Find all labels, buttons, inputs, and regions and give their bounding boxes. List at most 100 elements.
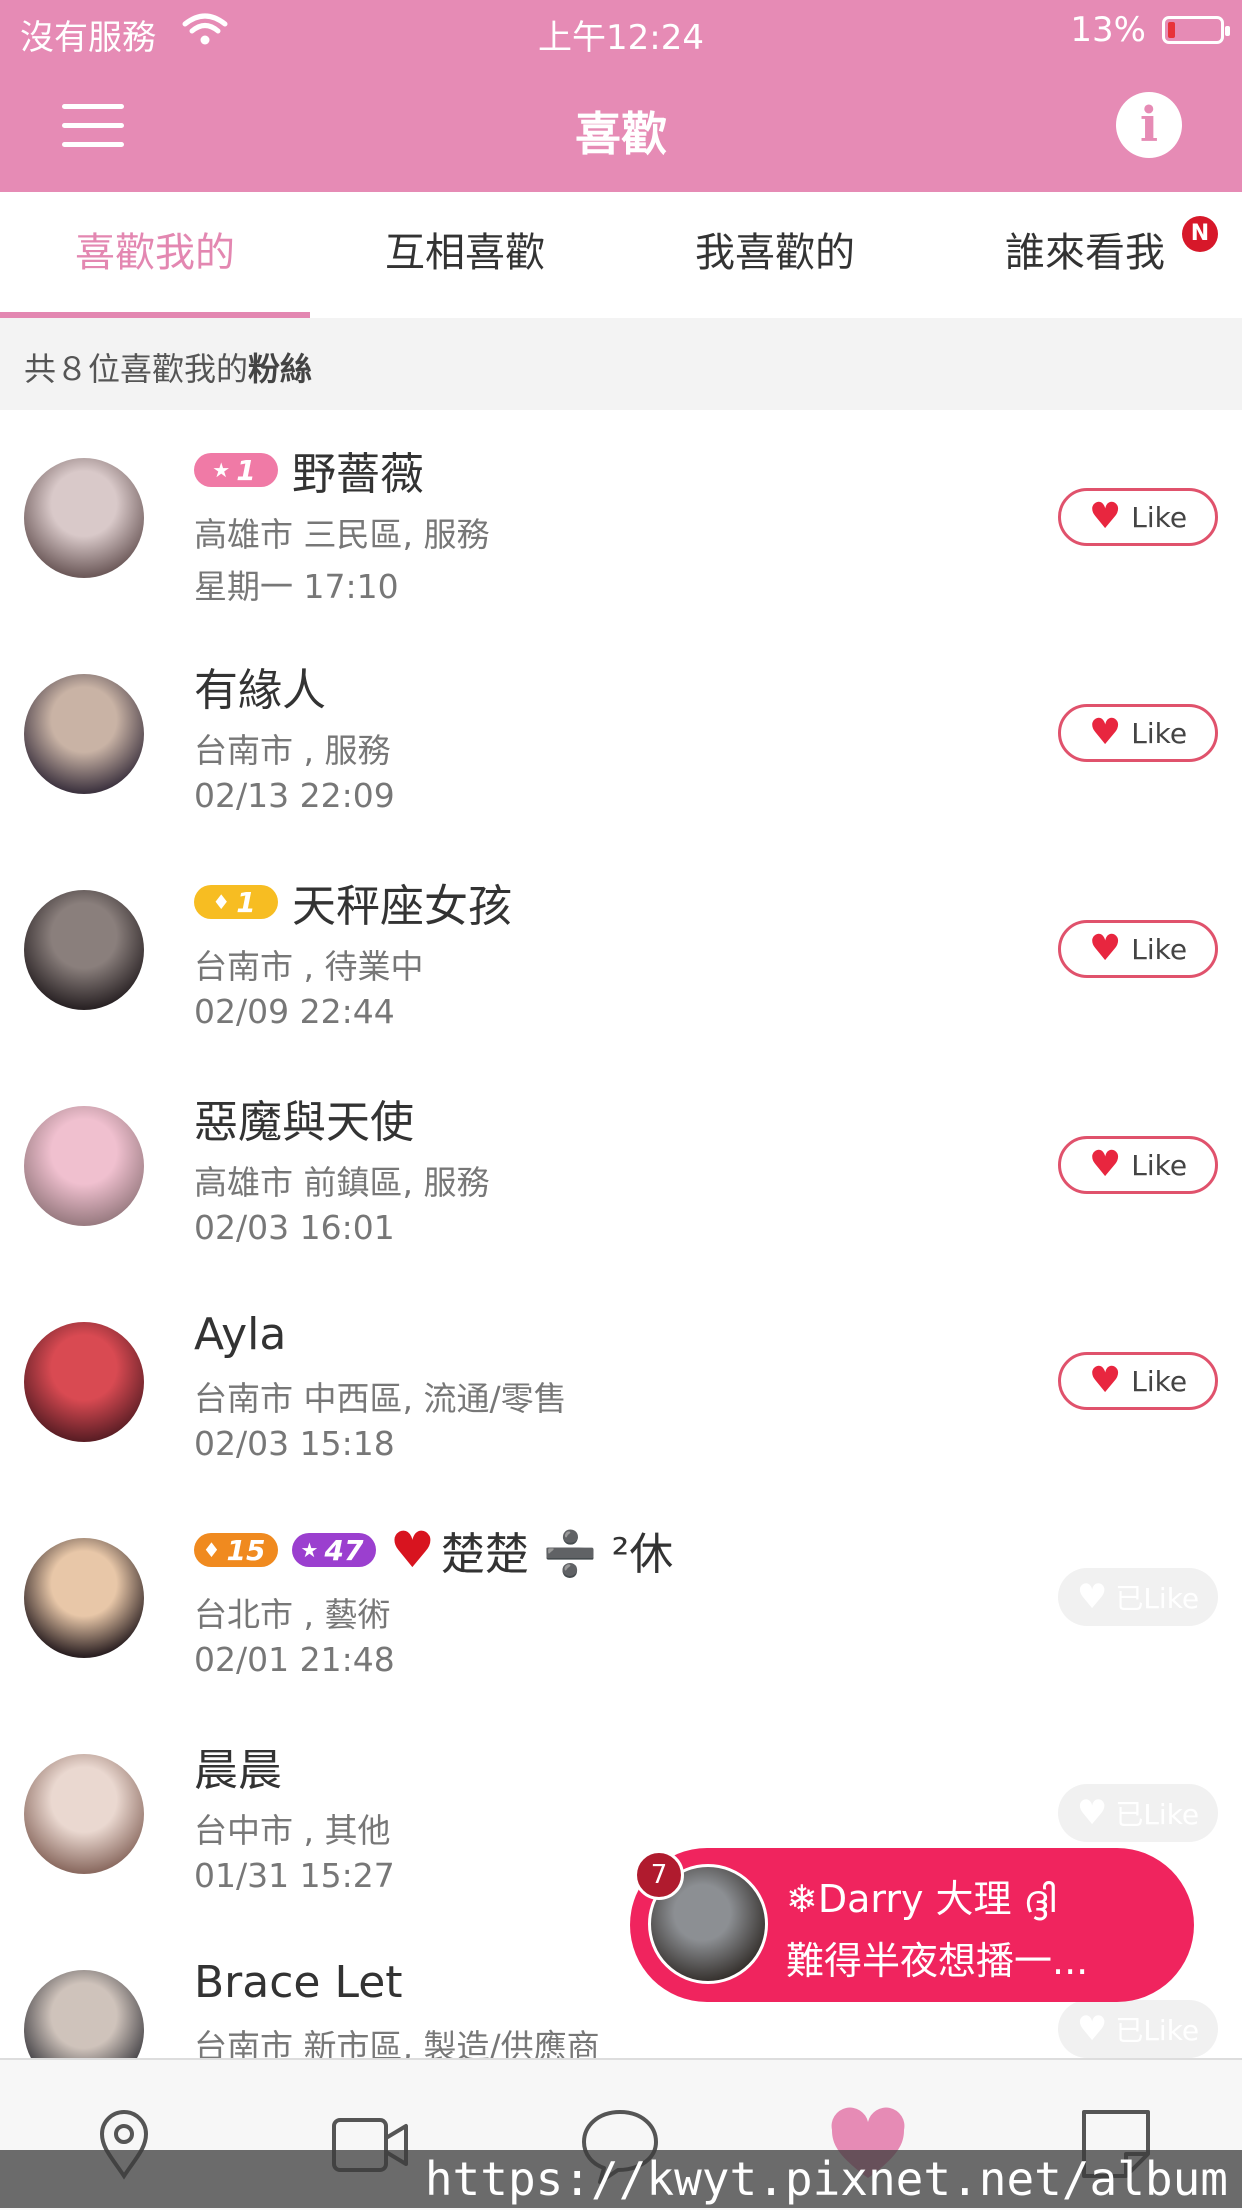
summary-text: 共８位喜歡我的粉絲 bbox=[24, 344, 312, 390]
level-badge: ♦ 1 bbox=[194, 885, 278, 919]
live-viewer-count: 7 bbox=[634, 1850, 684, 1900]
fan-location: 台南市 中西區, 流通/零售 bbox=[194, 1379, 567, 1418]
badge-value: 1 bbox=[236, 453, 256, 487]
summary-emphasis: 粉絲 bbox=[248, 350, 313, 388]
fan-location: 台南市 , 待業中 bbox=[194, 947, 424, 986]
tab-bar: 喜歡我的 互相喜歡 我喜歡的 誰來看我 N bbox=[0, 192, 1242, 318]
fan-location: 台北市 , 藝術 bbox=[194, 1595, 391, 1634]
avatar[interactable] bbox=[24, 1106, 144, 1226]
heart-icon: ♥ bbox=[1088, 496, 1122, 537]
heart-icon: ♥ bbox=[1076, 1577, 1108, 1617]
avatar[interactable] bbox=[24, 458, 144, 578]
live-stream-banner[interactable]: ❄Darry 大理 ദ്ദി 難得半夜想播一... bbox=[630, 1848, 1194, 2002]
fan-name: 野薔薇 bbox=[292, 449, 424, 500]
fan-name: 惡魔與天使 bbox=[194, 1097, 414, 1148]
fan-name: 天秤座女孩 bbox=[292, 881, 512, 932]
liked-button: ♥ 已Like bbox=[1058, 1568, 1218, 1626]
like-button[interactable]: ♥ Like bbox=[1058, 1352, 1218, 1410]
tab-i-liked[interactable]: 我喜歡的 bbox=[620, 192, 930, 318]
heart-emoji-icon: ♥ bbox=[390, 1521, 435, 1579]
page-title: 喜歡 bbox=[575, 107, 667, 161]
battery-percent: 13% bbox=[1070, 10, 1146, 50]
heart-icon: ♥ bbox=[1088, 1360, 1122, 1401]
tab-liked-me[interactable]: 喜歡我的 bbox=[0, 192, 310, 318]
avatar[interactable] bbox=[24, 890, 144, 1010]
fan-location: 高雄市 前鎮區, 服務 bbox=[194, 1163, 490, 1202]
avatar[interactable] bbox=[24, 1538, 144, 1658]
badge-value: 47 bbox=[324, 1533, 364, 1567]
tab-visitors[interactable]: 誰來看我 bbox=[930, 192, 1240, 318]
fan-name: 楚楚 ➗ ²休 bbox=[440, 1529, 674, 1580]
status-clock: 上午12:24 bbox=[538, 18, 704, 58]
fan-name: 有緣人 bbox=[194, 665, 326, 716]
like-button[interactable]: ♥ Like bbox=[1058, 704, 1218, 762]
heart-icon: ♥ bbox=[1088, 928, 1122, 969]
name-line: 惡魔與天使 bbox=[194, 1090, 414, 1148]
fan-time: 02/13 22:09 bbox=[194, 776, 395, 815]
fan-location: 高雄市 三民區, 服務 bbox=[194, 515, 490, 554]
liked-button: ♥ 已Like bbox=[1058, 2000, 1218, 2058]
fan-row[interactable]: 有緣人台南市 , 服務 02/13 22:09 ♥ Like bbox=[0, 626, 1242, 844]
avatar[interactable] bbox=[24, 1754, 144, 1874]
name-line: ♦ 1 天秤座女孩 bbox=[194, 874, 512, 932]
like-button[interactable]: ♥ Like bbox=[1058, 920, 1218, 978]
fan-row[interactable]: ♦ 15 ★ 47 ♥ 楚楚 ➗ ²休 台北市 , 藝術 02/01 21:48 ♥ 已Like bbox=[0, 1490, 1242, 1708]
status-bar: 沒有服務 上午12:24 13% bbox=[0, 0, 1242, 62]
fan-row[interactable]: 惡魔與天使高雄市 前鎮區, 服務 02/03 16:01 ♥ Like bbox=[0, 1058, 1242, 1276]
liked-label: 已Like bbox=[1115, 1798, 1200, 1831]
fan-location: 台中市 , 其他 bbox=[194, 1811, 391, 1850]
like-button[interactable]: ♥ Like bbox=[1058, 1136, 1218, 1194]
level-badge: ★ 1 bbox=[194, 453, 278, 487]
fan-time: 02/09 22:44 bbox=[194, 992, 395, 1031]
watermark: https://kwyt.pixnet.net/album bbox=[0, 2150, 1242, 2208]
fan-name: 晨晨 bbox=[194, 1745, 282, 1796]
heart-icon: ♥ bbox=[1088, 1144, 1122, 1185]
name-line: Brace Let bbox=[194, 1954, 403, 2010]
like-label: Like bbox=[1131, 500, 1188, 534]
liked-button: ♥ 已Like bbox=[1058, 1784, 1218, 1842]
name-line: 晨晨 bbox=[194, 1738, 282, 1796]
fan-time: 02/01 21:48 bbox=[194, 1640, 395, 1679]
fan-time: 02/03 15:18 bbox=[194, 1424, 395, 1463]
like-label: Like bbox=[1131, 1148, 1188, 1182]
live-stream-subtitle: 難得半夜想播一... bbox=[786, 1939, 1089, 1983]
star-icon: ★ bbox=[212, 458, 231, 482]
liked-label: 已Like bbox=[1115, 1582, 1200, 1615]
name-line: 有緣人 bbox=[194, 658, 326, 716]
fan-time: 02/03 16:01 bbox=[194, 1208, 395, 1247]
tab-mutual-likes[interactable]: 互相喜歡 bbox=[310, 192, 620, 318]
diamond-icon: ♦ bbox=[212, 890, 231, 914]
liked-label: 已Like bbox=[1115, 2014, 1200, 2047]
battery-level bbox=[1168, 22, 1175, 38]
like-label: Like bbox=[1131, 1364, 1188, 1398]
fan-summary: 共８位喜歡我的粉絲 bbox=[0, 318, 1242, 410]
avatar[interactable] bbox=[24, 1322, 144, 1442]
fan-row[interactable]: ★ 1 野薔薇高雄市 三民區, 服務 星期一 17:10 ♥ Like bbox=[0, 410, 1242, 628]
heart-icon: ♥ bbox=[1076, 1793, 1108, 1833]
summary-prefix: 共８位喜歡我的 bbox=[24, 350, 249, 388]
fan-name: Brace Let bbox=[194, 1956, 403, 2008]
name-line: Ayla bbox=[194, 1306, 286, 1362]
like-button[interactable]: ♥ Like bbox=[1058, 488, 1218, 546]
battery-icon bbox=[1162, 16, 1230, 44]
heart-icon: ♥ bbox=[1088, 712, 1122, 753]
fan-name: Ayla bbox=[194, 1308, 287, 1360]
info-icon[interactable]: i bbox=[1116, 92, 1182, 158]
diamond-icon: ♦ bbox=[202, 1538, 221, 1562]
fan-time: 01/31 15:27 bbox=[194, 1856, 395, 1895]
star-icon: ★ bbox=[300, 1538, 319, 1562]
fan-row[interactable]: ♦ 1 天秤座女孩台南市 , 待業中 02/09 22:44 ♥ Like bbox=[0, 842, 1242, 1060]
fan-row[interactable]: Ayla 台南市 中西區, 流通/零售 02/03 15:18 ♥ Like bbox=[0, 1274, 1242, 1492]
badge-value: 1 bbox=[236, 885, 256, 919]
live-streamer-name: ❄Darry 大理 ദ്ദി bbox=[786, 1877, 1056, 1921]
name-line: ★ 1 野薔薇 bbox=[194, 442, 424, 500]
avatar[interactable] bbox=[24, 674, 144, 794]
heart-icon: ♥ bbox=[1076, 2009, 1108, 2049]
new-badge: N bbox=[1182, 216, 1218, 252]
like-label: Like bbox=[1131, 716, 1188, 750]
level-badge: ♦ 15 bbox=[194, 1533, 278, 1567]
fan-time: 星期一 17:10 bbox=[194, 567, 399, 606]
like-label: Like bbox=[1131, 932, 1188, 966]
badge-value: 15 bbox=[226, 1533, 266, 1567]
fan-location: 台南市 , 服務 bbox=[194, 731, 391, 770]
